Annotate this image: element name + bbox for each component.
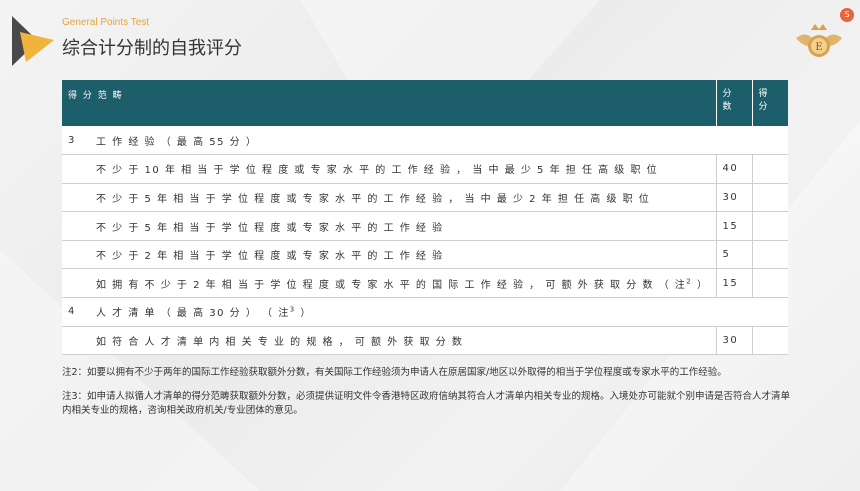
- row-self-score-cell[interactable]: [751, 268, 788, 299]
- row-index: [62, 211, 90, 241]
- row-self-score-cell[interactable]: [751, 154, 788, 184]
- row-index: [62, 154, 90, 184]
- note-3: 注3：如申请人拟循人才清单的得分范畴获取额外分数，必须提供证明文件令香港特区政府…: [62, 391, 791, 416]
- row-description: 不 少 于 5 年 相 当 于 学 位 程 度 或 专 家 水 平 的 工 作 …: [90, 183, 716, 213]
- header-score: 分 数: [716, 80, 753, 126]
- svg-text:E: E: [815, 42, 822, 53]
- row-score: 30: [715, 183, 752, 213]
- row-text: 工 作 经 验 （ 最 高 55 分 ）: [96, 136, 258, 148]
- row-index: [62, 326, 90, 356]
- table-row: 不 少 于 10 年 相 当 于 学 位 程 度 或 专 家 水 平 的 工 作…: [62, 154, 788, 184]
- row-index: [62, 183, 90, 213]
- crest-logo-icon: E: [796, 24, 842, 57]
- row-description: 工 作 经 验 （ 最 高 55 分 ）: [90, 126, 788, 156]
- row-score: 5: [715, 240, 752, 270]
- row-text: 如 拥 有 不 少 于 2 年 相 当 于 学 位 程 度 或 专 家 水 平 …: [96, 279, 687, 291]
- header-got: 得 分: [752, 80, 788, 126]
- row-text-tail: ）: [295, 308, 312, 320]
- row-score: 30: [715, 326, 752, 356]
- row-text: 如 符 合 人 才 清 单 内 相 关 专 业 的 规 格 ， 可 额 外 获 …: [96, 336, 464, 348]
- row-index: [62, 240, 90, 270]
- table-row: 不 少 于 5 年 相 当 于 学 位 程 度 或 专 家 水 平 的 工 作 …: [62, 211, 788, 241]
- page-title: 综合计分制的自我评分: [62, 38, 242, 59]
- row-description: 如 符 合 人 才 清 单 内 相 关 专 业 的 规 格 ， 可 额 外 获 …: [90, 326, 716, 356]
- row-self-score-cell[interactable]: [751, 183, 788, 213]
- row-text: 人 才 清 单 （ 最 高 30 分 ） （ 注: [96, 308, 290, 320]
- table-row: 如 拥 有 不 少 于 2 年 相 当 于 学 位 程 度 或 专 家 水 平 …: [62, 268, 788, 299]
- table-section-row: 3 工 作 经 验 （ 最 高 55 分 ）: [62, 126, 788, 156]
- table-section-row: 4人 才 清 单 （ 最 高 30 分 ） （ 注3 ）: [62, 297, 788, 327]
- row-text-tail: ）: [692, 279, 709, 291]
- row-text: 不 少 于 5 年 相 当 于 学 位 程 度 或 专 家 水 平 的 工 作 …: [96, 193, 651, 205]
- row-text: 不 少 于 2 年 相 当 于 学 位 程 度 或 专 家 水 平 的 工 作 …: [96, 251, 444, 263]
- table-row: 如 符 合 人 才 清 单 内 相 关 专 业 的 规 格 ， 可 额 外 获 …: [62, 326, 788, 356]
- table-header-row: 得 分 范 畴 分 数 得 分: [62, 80, 788, 126]
- row-score: 15: [715, 268, 752, 299]
- triangle-logo-icon: [12, 16, 54, 66]
- table-row: 不 少 于 2 年 相 当 于 学 位 程 度 或 专 家 水 平 的 工 作 …: [62, 240, 788, 270]
- footnotes: 注2：如要以拥有不少于两年的国际工作经验获取额外分数，有关国际工作经验须为申请人…: [62, 366, 792, 428]
- row-self-score-cell[interactable]: [751, 240, 788, 270]
- row-index: 3: [62, 126, 90, 156]
- row-description: 不 少 于 10 年 相 当 于 学 位 程 度 或 专 家 水 平 的 工 作…: [90, 154, 716, 184]
- header-range: 得 分 范 畴: [62, 80, 717, 126]
- row-description: 如 拥 有 不 少 于 2 年 相 当 于 学 位 程 度 或 专 家 水 平 …: [90, 268, 716, 299]
- page-subtitle: General Points Test: [62, 17, 150, 28]
- row-description: 不 少 于 5 年 相 当 于 学 位 程 度 或 专 家 水 平 的 工 作 …: [90, 211, 716, 241]
- slide: General Points Test 综合计分制的自我评分 S E 得 分 范…: [0, 0, 860, 491]
- table-row: 不 少 于 5 年 相 当 于 学 位 程 度 或 专 家 水 平 的 工 作 …: [62, 183, 788, 213]
- row-self-score-cell[interactable]: [751, 326, 788, 356]
- row-text: 不 少 于 5 年 相 当 于 学 位 程 度 或 专 家 水 平 的 工 作 …: [96, 222, 444, 234]
- row-index: 4: [62, 297, 90, 327]
- row-self-score-cell[interactable]: [751, 211, 788, 241]
- row-score: 15: [715, 211, 752, 241]
- row-score: 40: [715, 154, 752, 184]
- row-description: 不 少 于 2 年 相 当 于 学 位 程 度 或 专 家 水 平 的 工 作 …: [90, 240, 716, 270]
- note-2: 注2：如要以拥有不少于两年的国际工作经验获取额外分数，有关国际工作经验须为申请人…: [62, 367, 727, 378]
- row-description: 人 才 清 单 （ 最 高 30 分 ） （ 注3 ）: [90, 297, 788, 327]
- row-index: [62, 268, 90, 299]
- points-table: 得 分 范 畴 分 数 得 分 3 工 作 经 验 （ 最 高 55 分 ） 不 少…: [62, 80, 788, 356]
- row-text: 不 少 于 10 年 相 当 于 学 位 程 度 或 专 家 水 平 的 工 作…: [96, 165, 659, 177]
